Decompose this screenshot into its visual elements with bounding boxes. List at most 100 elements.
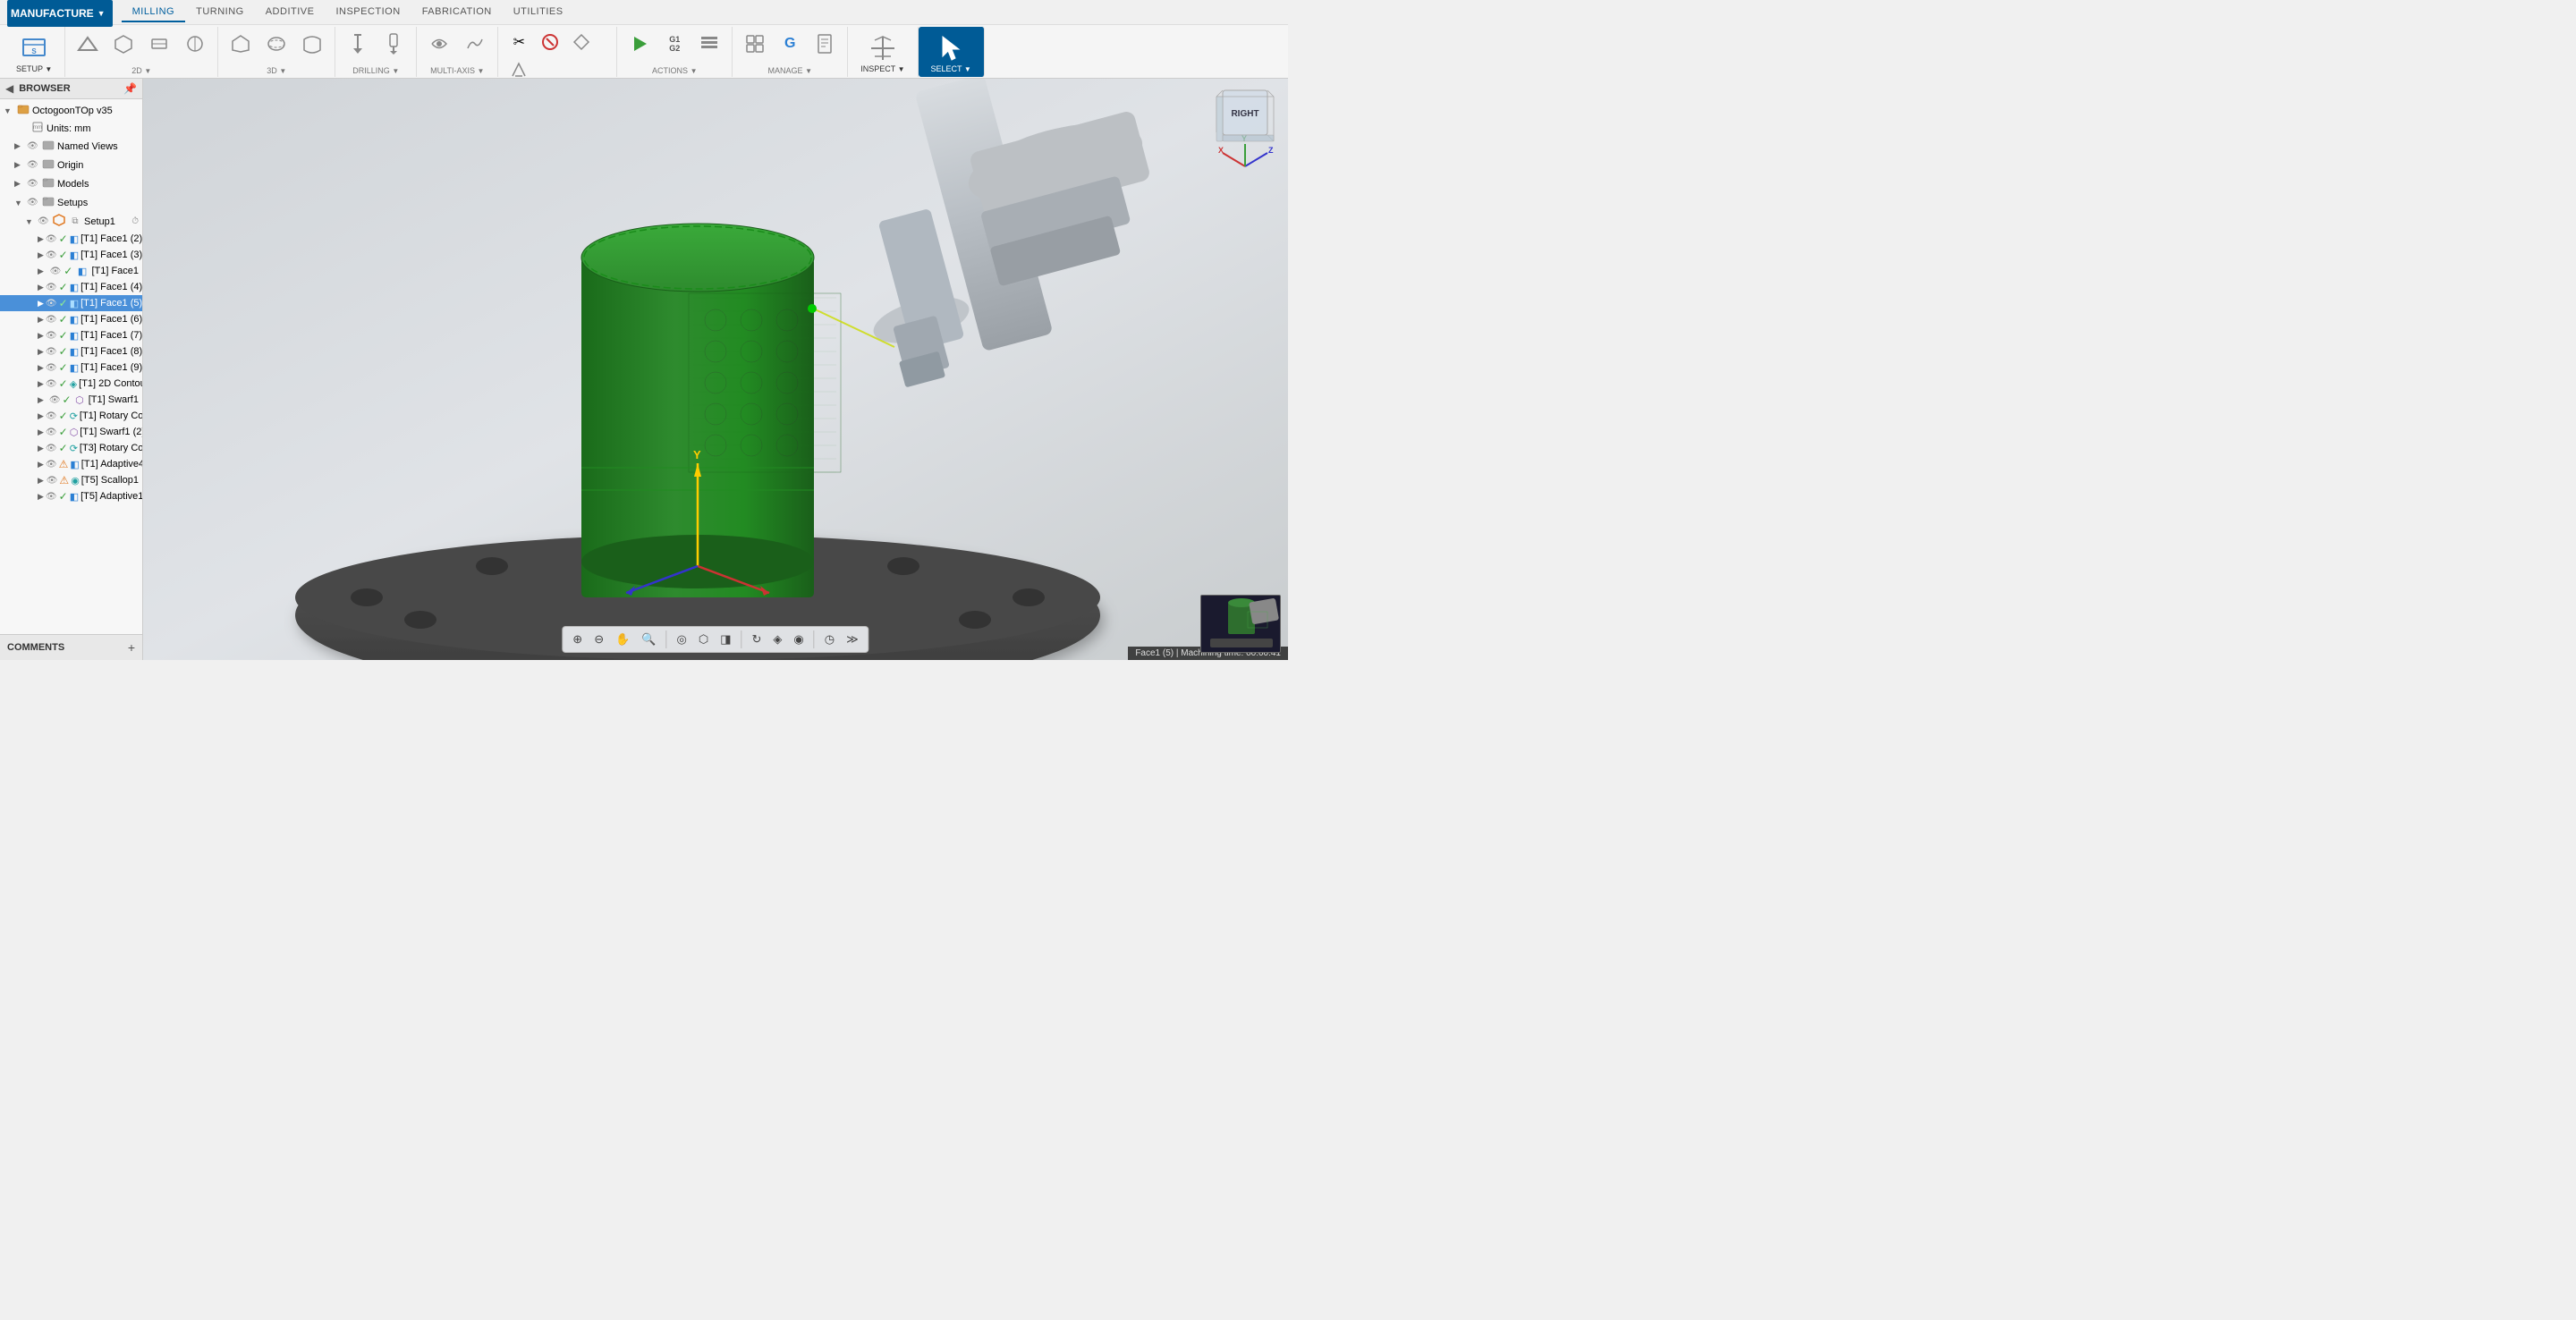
mesh-display-button[interactable]: ⬡: [694, 630, 713, 649]
actions-btn-simulate[interactable]: [623, 29, 657, 59]
actions-btn-g1g2[interactable]: G1G2: [657, 29, 691, 59]
2d-btn-2[interactable]: [106, 29, 140, 59]
animation-button[interactable]: ◷: [820, 630, 839, 649]
tree-t1-face5[interactable]: ▶ 👁 ✓ ◧ [T1] Face1 (5): [0, 295, 142, 311]
view-cube[interactable]: X Z Y RIGHT: [1209, 86, 1281, 175]
2d-icon-2: [111, 31, 136, 56]
nav-zoom-button[interactable]: 🔍: [637, 630, 660, 649]
3d-btn-2[interactable]: [259, 29, 293, 59]
effects-button[interactable]: ◉: [789, 630, 808, 649]
multiaxis-section-label: MULTI-AXIS ▼: [430, 64, 484, 75]
drilling-btn-1[interactable]: [341, 29, 375, 59]
2d-btn-1[interactable]: [71, 29, 105, 59]
tree-t1-face1[interactable]: ▶ 👁 ✓ ◧ [T1] Face1: [0, 263, 142, 279]
named-views-folder-icon: [41, 139, 55, 154]
status-ok-icon: ✓: [59, 361, 68, 374]
modify-btn-x[interactable]: [535, 29, 565, 55]
more-button[interactable]: ≫: [842, 630, 863, 649]
setups-vis-icon[interactable]: 👁: [27, 198, 39, 207]
setup1-clock-icon: ⏱: [131, 216, 139, 226]
tree-t1-face6[interactable]: ▶ 👁 ✓ ◧ [T1] Face1 (6): [0, 311, 142, 327]
tree-t1-face3[interactable]: ▶ 👁 ✓ ◧ [T1] Face1 (3): [0, 247, 142, 263]
tree-setups[interactable]: ▼ 👁 Setups: [0, 193, 142, 212]
tab-fabrication[interactable]: FABRICATION: [411, 3, 503, 22]
tab-inspection[interactable]: INSPECTION: [325, 3, 411, 22]
inspect-button[interactable]: INSPECT ▼: [853, 29, 911, 77]
multiaxis-btn-2[interactable]: [458, 29, 492, 59]
3d-btn-1[interactable]: [224, 29, 258, 59]
tab-utilities[interactable]: UTILITIES: [503, 3, 574, 22]
viewport[interactable]: Y X Z Y: [143, 79, 1288, 660]
tree-origin[interactable]: ▶ 👁 Origin: [0, 156, 142, 174]
mini-preview[interactable]: [1200, 595, 1281, 653]
section-view-button[interactable]: ◨: [716, 630, 735, 649]
models-expand: ▶: [14, 179, 25, 189]
tool-icon-blue: ◧: [70, 314, 79, 326]
tool-icon-teal2: ⟳: [70, 410, 78, 422]
3d-btn-3[interactable]: [295, 29, 329, 59]
tool-icon-teal4: ◉: [71, 475, 80, 487]
tree-t1-face2[interactable]: ▶ 👁 ✓ ◧ [T1] Face1 (2): [0, 231, 142, 247]
origin-vis-icon[interactable]: 👁: [27, 160, 39, 170]
tool-icon-purple: ⬡: [75, 394, 87, 406]
tree-t1-rotary1[interactable]: ▶ 👁 ✓ ⟳ [T1] Rotary Contour1: [0, 408, 142, 424]
modify-btn-scissors[interactable]: ✂: [504, 29, 534, 55]
tree-t1-2dcontour2[interactable]: ▶ 👁 ✓ ◈ [T1] 2D Contour2: [0, 376, 142, 392]
select-button[interactable]: SELECT ▼: [924, 29, 979, 77]
sidebar-pin-button[interactable]: 📌: [123, 82, 137, 95]
manufacture-button[interactable]: MANUFACTURE ▼: [7, 0, 113, 27]
sidebar-collapse-button[interactable]: ◀: [5, 82, 13, 95]
tool-icon-blue2: ◧: [70, 459, 79, 470]
tree-t1-adaptive4[interactable]: ▶ 👁 ⚠ ◧ [T1] Adaptive4: [0, 456, 142, 472]
display-mode-button[interactable]: ◎: [672, 630, 691, 649]
manufacture-dropdown-arrow: ▼: [97, 9, 106, 18]
2d-btn-3[interactable]: [142, 29, 176, 59]
multiaxis-icon-1: [427, 31, 452, 56]
nav-home-button[interactable]: ⊕: [568, 630, 587, 649]
manage-btn-doc[interactable]: [808, 29, 842, 59]
tree-named-views[interactable]: ▶ 👁 Named Views: [0, 137, 142, 156]
ribbon-section-inspect: INSPECT ▼: [848, 27, 918, 77]
tree-t1-face8[interactable]: ▶ 👁 ✓ ◧ [T1] Face1 (8): [0, 343, 142, 360]
svg-text:Z: Z: [1268, 146, 1274, 155]
toolbar: MANUFACTURE ▼ MILLING TURNING ADDITIVE I…: [0, 0, 1288, 79]
tree-t5-scallop1[interactable]: ▶ 👁 ⚠ ◉ [T5] Scallop1: [0, 472, 142, 488]
tree-t1-face4[interactable]: ▶ 👁 ✓ ◧ [T1] Face1 (4): [0, 279, 142, 295]
tab-turning[interactable]: TURNING: [185, 3, 255, 22]
manage-btn-tool[interactable]: [738, 29, 772, 59]
tab-milling[interactable]: MILLING: [122, 3, 186, 22]
tree-models[interactable]: ▶ 👁 Models: [0, 174, 142, 193]
named-views-vis-icon[interactable]: 👁: [27, 141, 39, 151]
tab-bar: MANUFACTURE ▼ MILLING TURNING ADDITIVE I…: [0, 0, 1288, 25]
actions-btn-post[interactable]: [692, 29, 726, 59]
appearance-button[interactable]: ◈: [768, 630, 786, 649]
2d-btn-4[interactable]: [178, 29, 212, 59]
tree-t3-rotary1[interactable]: ▶ 👁 ✓ ⟳ [T3] Rotary Contour1...: [0, 440, 142, 456]
setup1-vis-icon[interactable]: 👁: [38, 216, 50, 226]
nav-fit-button[interactable]: ⊖: [589, 630, 608, 649]
modify-btn-merge[interactable]: [566, 29, 597, 55]
tab-additive[interactable]: ADDITIVE: [255, 3, 326, 22]
manage-btn-g[interactable]: G: [773, 29, 807, 59]
status-ok-icon: ✓: [59, 249, 68, 261]
sidebar-footer[interactable]: COMMENTS +: [0, 634, 142, 660]
tree-setup1[interactable]: ▼ 👁 ⧉ Setup1 ⏱: [0, 212, 142, 231]
models-vis-icon[interactable]: 👁: [27, 179, 39, 189]
setup-button[interactable]: S SETUP ▼: [9, 29, 59, 77]
setup-label: SETUP ▼: [16, 64, 52, 73]
tree-t1-swarf2[interactable]: ▶ 👁 ✓ ⬡ [T1] Swarf1 (2): [0, 424, 142, 440]
tree-t1-swarf1[interactable]: ▶ 👁 ✓ ⬡ [T1] Swarf1: [0, 392, 142, 408]
multiaxis-btn-1[interactable]: [422, 29, 456, 59]
orbit-button[interactable]: ↻: [747, 630, 766, 649]
drilling-btn-2[interactable]: [377, 29, 411, 59]
tree-root[interactable]: ▼ OctogoonTOp v35: [0, 101, 142, 120]
2d-icon-1: [75, 31, 100, 56]
2d-icon-4: [182, 31, 208, 56]
comments-add-icon[interactable]: +: [128, 640, 135, 655]
tree-t1-face7[interactable]: ▶ 👁 ✓ ◧ [T1] Face1 (7): [0, 327, 142, 343]
nav-pan-button[interactable]: ✋: [611, 630, 634, 649]
tree-t1-face9[interactable]: ▶ 👁 ✓ ◧ [T1] Face1 (9): [0, 360, 142, 376]
units-label: Units: mm: [47, 123, 139, 134]
tree-t5-adaptive1[interactable]: ▶ 👁 ✓ ◧ [T5] Adaptive1: [0, 488, 142, 504]
status-ok-icon: ✓: [64, 265, 76, 277]
